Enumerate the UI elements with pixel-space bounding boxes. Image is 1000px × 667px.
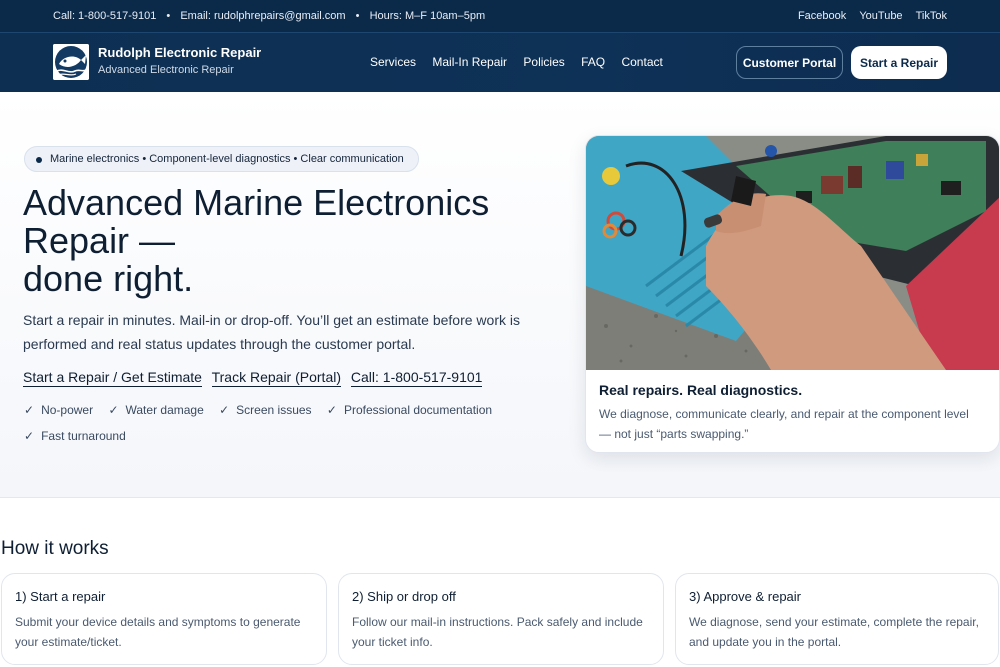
step-card: 3) Approve & repair We diagnose, send yo…: [675, 573, 999, 665]
hero-title-line: Repair —: [23, 220, 176, 261]
nav-services[interactable]: Services: [370, 55, 416, 69]
hero-title: Advanced Marine Electronics Repair — don…: [23, 184, 543, 298]
step-description: Follow our mail-in instructions. Pack sa…: [352, 615, 643, 649]
checklist-label: Professional documentation: [343, 403, 493, 417]
separator: •: [355, 10, 360, 22]
checklist-item: ✓ Fast turnaround: [24, 428, 126, 454]
repair-photo: [586, 136, 999, 370]
facebook-link[interactable]: Facebook: [798, 10, 846, 22]
hero-cta-links: Start a Repair / Get Estimate Track Repa…: [23, 369, 488, 387]
hero-title-line: Advanced Marine Electronics: [23, 182, 490, 223]
email-text[interactable]: Email: rudolphrepairs@gmail.com: [180, 10, 345, 22]
step-card: 1) Start a repair Submit your device det…: [1, 573, 327, 665]
main-nav: Services Mail-In Repair Policies FAQ Con…: [370, 55, 676, 69]
step-card: 2) Ship or drop off Follow our mail-in i…: [338, 573, 664, 665]
hero-description: Start a repair in minutes. Mail-in or dr…: [23, 312, 520, 352]
tiktok-link[interactable]: TikTok: [916, 10, 947, 22]
nav-mail-in-repair[interactable]: Mail-In Repair: [432, 55, 507, 69]
fish-logo-icon: [53, 44, 89, 80]
step-title: 3) Approve & repair: [689, 589, 802, 604]
brand-tagline: Advanced Electronic Repair: [98, 64, 234, 76]
checklist-label: No-power: [41, 403, 94, 417]
checklist-label: Screen issues: [236, 403, 312, 417]
step-description: We diagnose, send your estimate, complet…: [689, 615, 979, 649]
brand-logo[interactable]: [53, 44, 89, 80]
top-info-bar: Call: 1-800-517-9101 • Email: rudolphrep…: [0, 0, 1000, 32]
checkmark-icon: ✓: [219, 403, 230, 417]
hours-text: Hours: M–F 10am–5pm: [369, 10, 486, 22]
start-repair-button[interactable]: Start a Repair: [851, 46, 947, 79]
brand-name[interactable]: Rudolph Electronic Repair: [98, 45, 261, 60]
hero-section: Marine electronics • Component-level dia…: [0, 92, 1000, 498]
checklist-label: Fast turnaround: [41, 429, 126, 443]
start-repair-estimate-link[interactable]: Start a Repair / Get Estimate: [23, 369, 202, 387]
checklist-item: ✓ No-power: [24, 402, 93, 428]
card-title: Real repairs. Real diagnostics.: [599, 382, 803, 398]
nav-contact[interactable]: Contact: [621, 55, 662, 69]
nav-policies[interactable]: Policies: [523, 55, 564, 69]
checkmark-icon: ✓: [24, 429, 35, 443]
track-repair-link[interactable]: Track Repair (Portal): [211, 369, 342, 387]
card-text: We diagnose, communicate clearly, and re…: [599, 407, 969, 441]
checklist-item: ✓ Water damage: [108, 402, 203, 428]
checklist-item: ✓ Screen issues: [219, 402, 311, 428]
step-title: 1) Start a repair: [15, 589, 106, 604]
checkmark-icon: ✓: [108, 403, 119, 417]
step-description: Submit your device details and symptoms …: [15, 615, 301, 649]
pill-dot-icon: [36, 157, 42, 163]
feature-pill: Marine electronics • Component-level dia…: [24, 146, 419, 172]
separator: •: [166, 10, 171, 22]
contact-info: Call: 1-800-517-9101 • Email: rudolphrep…: [53, 10, 485, 22]
step-title: 2) Ship or drop off: [352, 589, 456, 604]
feature-card: Real repairs. Real diagnostics. We diagn…: [585, 135, 1000, 453]
nav-faq[interactable]: FAQ: [581, 55, 605, 69]
youtube-link[interactable]: YouTube: [859, 10, 902, 22]
feature-checklist: ✓ No-power ✓ Water damage ✓ Screen issues ✓…: [24, 402, 524, 454]
checkmark-icon: ✓: [24, 403, 35, 417]
checklist-item: ✓ Professional documentation: [327, 402, 492, 428]
phone-text[interactable]: Call: 1-800-517-9101: [53, 10, 156, 22]
checkmark-icon: ✓: [326, 403, 337, 417]
social-links: Facebook YouTube TikTok: [788, 10, 947, 22]
pill-text: Marine electronics • Component-level dia…: [50, 153, 404, 165]
call-phone-link[interactable]: Call: 1-800-517-9101: [350, 369, 483, 387]
checklist-label: Water damage: [125, 403, 204, 417]
site-header: Rudolph Electronic Repair Advanced Elect…: [0, 32, 1000, 92]
how-it-works-title: How it works: [1, 538, 109, 559]
customer-portal-button[interactable]: Customer Portal: [736, 46, 843, 79]
hero-title-line: done right.: [23, 258, 194, 299]
